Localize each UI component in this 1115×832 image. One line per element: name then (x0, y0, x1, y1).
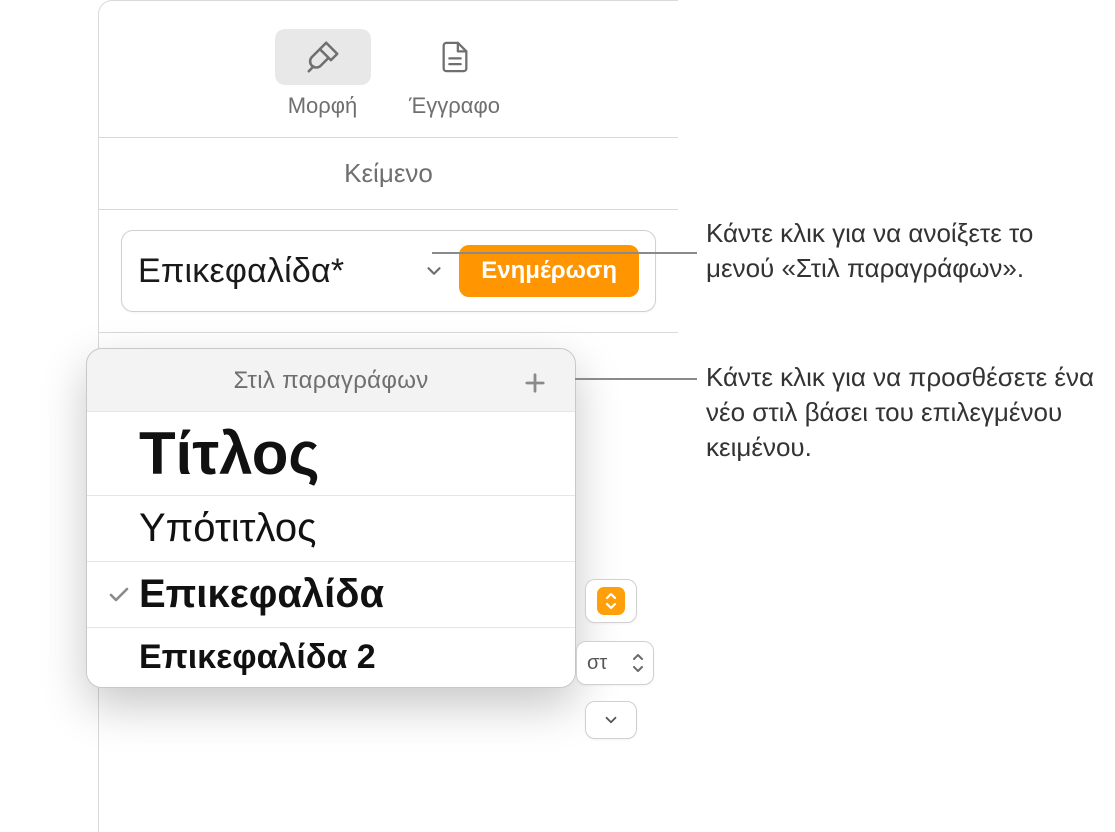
popover-list: Τίτλος Υπότιτλος Επικεφαλίδα Επικεφαλίδα… (87, 411, 575, 687)
callout-line (432, 252, 697, 254)
format-tab-label: Μορφή (288, 93, 358, 119)
paragraph-style-row: Επικεφαλίδα* Ενημέρωση (99, 209, 678, 332)
add-style-button[interactable] (517, 365, 553, 401)
format-tab[interactable]: Μορφή (275, 29, 371, 119)
document-icon-wrap (407, 29, 503, 85)
callout-add-style: Κάντε κλικ για να προσθέσετε ένα νέο στι… (706, 360, 1115, 465)
chevron-down-icon (602, 711, 620, 729)
check-icon (107, 583, 139, 607)
popup-arrows-icon (597, 587, 625, 615)
style-item-label: Τίτλος (139, 422, 320, 485)
document-tab-label: Έγγραφο (409, 93, 500, 119)
text-section-tab[interactable]: Κείμενο (99, 137, 678, 209)
style-item-heading[interactable]: Επικεφαλίδα (87, 561, 575, 627)
style-item-subtitle[interactable]: Υπότιτλος (87, 495, 575, 561)
stepper-value-suffix: στ (587, 652, 607, 675)
paintbrush-icon (304, 38, 342, 76)
chevron-down-icon (423, 260, 445, 282)
popover-header: Στιλ παραγράφων (87, 349, 575, 411)
current-style-name: Επικεφαλίδα* (138, 252, 409, 291)
callout-open-menu: Κάντε κλικ για να ανοίξετε το μενού «Στι… (706, 216, 1106, 286)
style-item-label: Υπότιτλος (139, 506, 316, 551)
style-item-label: Επικεφαλίδα (139, 572, 384, 617)
toolbar: Μορφή Έγγραφο (99, 1, 678, 137)
style-item-heading2[interactable]: Επικεφαλίδα 2 (87, 627, 575, 687)
document-icon (438, 38, 472, 76)
style-item-label: Επικεφαλίδα 2 (139, 638, 376, 677)
open-styles-chevron[interactable] (423, 260, 445, 282)
background-popup-control[interactable] (585, 579, 637, 623)
callout-line (554, 378, 697, 380)
size-stepper[interactable]: στ (576, 641, 654, 685)
paragraph-styles-popover: Στιλ παραγράφων Τίτλος Υπότιτλος (86, 348, 576, 688)
style-item-title[interactable]: Τίτλος (87, 411, 575, 495)
plus-icon (521, 369, 549, 397)
popover-title: Στιλ παραγράφων (109, 367, 553, 395)
format-icon-wrap (275, 29, 371, 85)
document-tab[interactable]: Έγγραφο (407, 29, 503, 119)
paragraph-style-field[interactable]: Επικεφαλίδα* Ενημέρωση (121, 230, 656, 312)
background-dropdown[interactable] (585, 701, 637, 739)
stepper-arrows-icon[interactable] (631, 650, 653, 676)
